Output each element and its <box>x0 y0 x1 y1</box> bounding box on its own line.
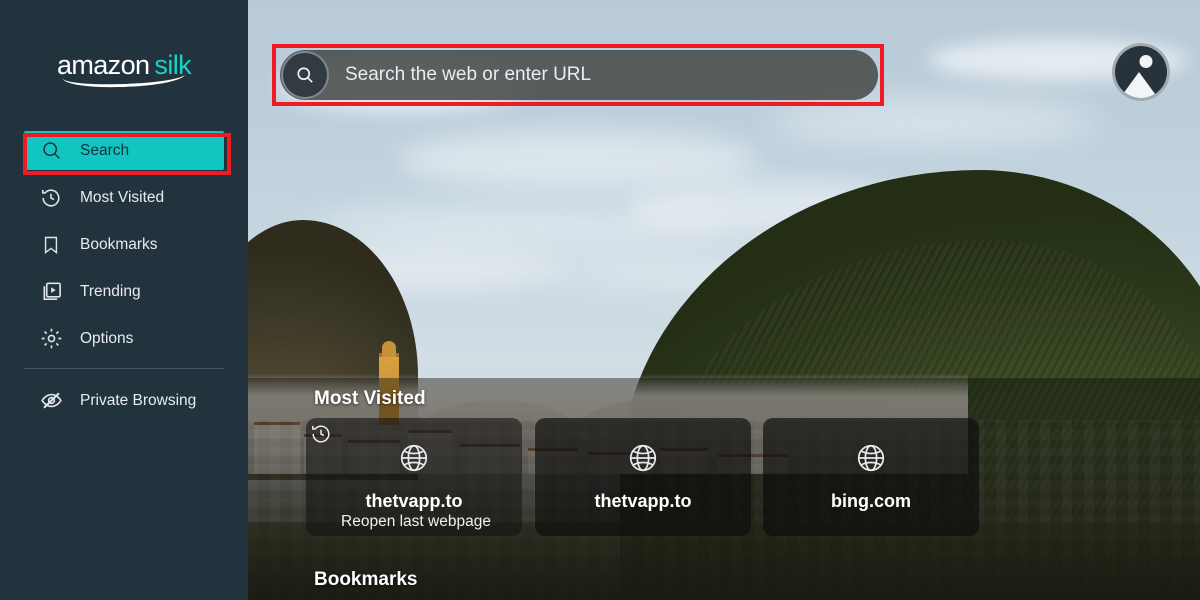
history-clock-icon <box>38 185 64 211</box>
avatar[interactable] <box>1112 43 1170 101</box>
sidebar-item-private-browsing[interactable]: Private Browsing <box>24 381 224 420</box>
sidebar-divider <box>24 368 224 369</box>
sidebar-item-bookmarks[interactable]: Bookmarks <box>24 225 224 264</box>
section-title-bookmarks: Bookmarks <box>314 569 418 590</box>
most-visited-card-label: thetvapp.to <box>594 491 692 511</box>
bookmark-icon <box>38 232 64 258</box>
user-avatar-body <box>1120 72 1158 98</box>
cloud-shape <box>768 100 1098 144</box>
gear-icon <box>38 326 64 352</box>
sidebar-item-label: Search <box>80 141 130 159</box>
section-title-most-visited: Most Visited <box>314 388 426 409</box>
url-input-placeholder[interactable]: Search the web or enter URL <box>345 64 591 86</box>
most-visited-card[interactable]: bing.com <box>763 418 979 536</box>
sidebar: amazon silk Search Most Visited Bookmark… <box>0 0 248 600</box>
sidebar-item-search[interactable]: Search <box>24 131 224 170</box>
reopen-last-webpage-caption[interactable]: Reopen last webpage <box>248 513 584 531</box>
amazon-silk-logo: amazon silk <box>0 50 248 90</box>
sidebar-item-label: Most Visited <box>80 188 165 206</box>
sidebar-item-options[interactable]: Options <box>24 319 224 358</box>
url-search-bar[interactable]: Search the web or enter URL <box>280 50 878 100</box>
globe-icon <box>855 442 887 479</box>
search-icon <box>38 138 64 164</box>
most-visited-card-label: thetvapp.to <box>365 491 463 511</box>
search-icon[interactable] <box>281 51 329 99</box>
most-visited-card-label: bing.com <box>831 491 911 511</box>
sidebar-item-most-visited[interactable]: Most Visited <box>24 178 224 217</box>
history-clock-icon <box>310 423 332 450</box>
sidebar-nav: Search Most Visited Bookmarks Trending O… <box>0 131 248 428</box>
sidebar-item-label: Bookmarks <box>80 235 158 253</box>
user-avatar-icon <box>1139 55 1153 68</box>
eye-off-icon <box>38 388 64 414</box>
globe-icon <box>627 442 659 479</box>
globe-icon <box>398 442 430 479</box>
trending-play-icon <box>38 279 64 305</box>
silk-browser-home: amazon silk Search Most Visited Bookmark… <box>0 0 1200 600</box>
sidebar-item-trending[interactable]: Trending <box>24 272 224 311</box>
sidebar-item-label: Options <box>80 329 134 347</box>
sidebar-item-label: Trending <box>80 282 141 300</box>
sidebar-item-label: Private Browsing <box>80 391 197 409</box>
cloud-shape <box>398 130 758 190</box>
